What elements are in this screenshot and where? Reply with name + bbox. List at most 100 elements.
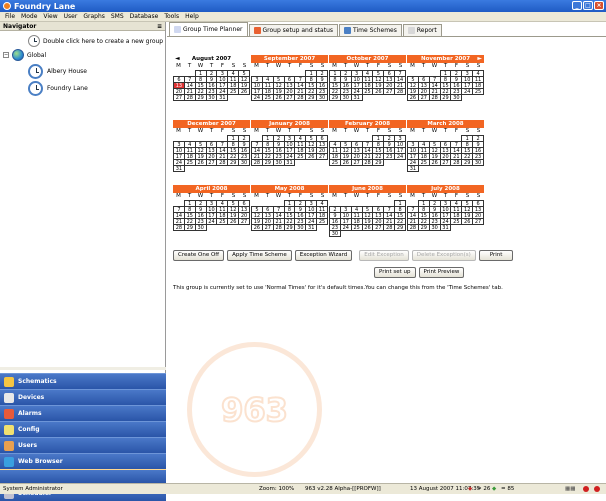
maximize-button[interactable]: □ <box>583 1 593 10</box>
menu-item-file[interactable]: File <box>2 13 18 20</box>
tab-group-time-planner[interactable]: Group Time Planner <box>169 22 248 36</box>
weekday-header: MTWTFSS <box>251 193 328 200</box>
next-month-arrow-icon[interactable]: ► <box>477 55 482 63</box>
month-header: October 2007 <box>329 55 406 63</box>
weekday-label: W <box>197 193 204 199</box>
panel-splitter[interactable] <box>0 367 166 370</box>
print-preview-button[interactable]: Print Preview <box>418 267 465 278</box>
weekday-label: S <box>231 128 236 134</box>
weekday-label: T <box>287 193 292 199</box>
day-grid: 1 2 3 4 5 6 7 8 9 10 11 12 13 14 15 16 17 18 19 20 21 22 23 24 2… <box>329 135 406 166</box>
clock-icon <box>28 64 43 79</box>
month-header: April 2008 <box>173 185 250 193</box>
weekday-label: S <box>309 63 314 69</box>
print-set-up-button[interactable]: Print set up <box>374 267 416 278</box>
calendar-icon <box>174 26 181 33</box>
apply-time-scheme-button[interactable]: Apply Time Scheme <box>227 250 292 261</box>
day-cell[interactable]: 30 <box>238 159 250 166</box>
weekday-label: T <box>209 128 214 134</box>
day-cell[interactable]: 27 <box>238 218 250 225</box>
minimize-button[interactable]: _ <box>572 1 582 10</box>
weekday-label: T <box>187 193 192 199</box>
day-cell[interactable]: 29 <box>372 159 385 166</box>
delete-exceptions-button[interactable]: Delete Exception(s) <box>411 250 476 261</box>
day-cell[interactable]: 28 <box>394 88 406 95</box>
menu-item-mode[interactable]: Mode <box>18 13 40 20</box>
menu-item-view[interactable]: View <box>40 13 60 20</box>
day-cell[interactable]: 30 <box>450 94 463 101</box>
print-button[interactable]: Print <box>478 250 514 261</box>
prev-month-arrow-icon[interactable]: ◄ <box>175 55 180 63</box>
weekday-label: S <box>387 193 392 199</box>
day-cell[interactable]: 30 <box>316 94 328 101</box>
nav-button-devices[interactable]: Devices <box>0 389 166 405</box>
menu-item-help[interactable]: Help <box>182 13 202 20</box>
weekday-label: M <box>176 128 181 134</box>
close-button[interactable]: × <box>594 1 604 10</box>
nav-button-alarms[interactable]: Alarms <box>0 405 166 421</box>
day-grid: 1 2 3 4 5 6 7 8 9 10 11 12 13 14 15 16 17 18 19 20 21 22 23 24 2… <box>173 70 250 101</box>
nav-button-web-browser[interactable]: Web Browser <box>0 453 166 469</box>
day-cell[interactable]: 29 <box>394 224 406 231</box>
navigator-panel: Navigator ≡ Double click here to create … <box>0 22 166 501</box>
create-one-off-button[interactable]: Create One Off <box>173 250 225 261</box>
weekday-label: M <box>254 193 259 199</box>
day-cell[interactable]: 30 <box>194 224 207 231</box>
month-calendar: May 2008 M T W T F S S 1 2 3 4 5 6 7 8 9 10 11 12 13 14 15 16 17… <box>251 185 328 231</box>
create-group-node[interactable]: Double click here to create a new group <box>28 35 163 47</box>
day-cell[interactable]: 31 <box>350 94 363 101</box>
day-cell[interactable]: 31 <box>439 224 452 231</box>
day-cell[interactable]: 31 <box>407 165 419 172</box>
day-cell[interactable]: 25 <box>316 218 328 225</box>
day-cell[interactable]: 30 <box>472 159 484 166</box>
weekday-label: W <box>197 63 204 69</box>
day-cell[interactable]: 31 <box>283 159 296 166</box>
globe-icon <box>12 49 24 61</box>
menu-item-graphs[interactable]: Graphs <box>80 13 108 20</box>
weekday-label: T <box>365 128 370 134</box>
users-icon <box>4 440 14 451</box>
tab-time-schemes[interactable]: Time Schemes <box>339 24 402 36</box>
red-status-icon-1 <box>583 484 589 494</box>
day-grid: 1 2 3 4 5 6 7 8 9 10 11 12 13 14 15 16 17 18 19 20 21 22 23 24 2… <box>407 135 484 172</box>
nav-button-users[interactable]: Users <box>0 437 166 453</box>
nav-button-config[interactable]: Config <box>0 421 166 437</box>
day-cell[interactable]: 27 <box>472 218 484 225</box>
weekday-label: T <box>187 63 192 69</box>
day-cell[interactable]: 26 <box>238 88 250 95</box>
exception-wizard-button[interactable]: Exception Wizard <box>294 250 353 261</box>
tab-label: Report <box>416 27 437 34</box>
day-cell[interactable]: 31 <box>173 165 185 172</box>
menu-item-database[interactable]: Database <box>127 13 162 20</box>
tree-node-global[interactable]: − Global <box>3 49 46 61</box>
month-calendar: February 2008 M T W T F S S 1 2 3 4 5 6 7 8 9 10 11 12 13 14 1… <box>329 120 406 166</box>
menu-item-tools[interactable]: Tools <box>161 13 182 20</box>
menu-item-user[interactable]: User <box>61 13 81 20</box>
day-cell[interactable]: 31 <box>216 94 229 101</box>
day-cell[interactable]: 25 <box>472 88 484 95</box>
weekday-label: M <box>176 63 181 69</box>
menu-item-sms[interactable]: SMS <box>108 13 127 20</box>
edit-exception-button[interactable]: Edit Exception <box>359 250 409 261</box>
weekday-label: T <box>287 128 292 134</box>
month-name: August 2007 <box>191 56 232 62</box>
collapse-icon[interactable]: − <box>3 52 9 58</box>
day-cell[interactable]: 27 <box>316 153 328 160</box>
alarm-count-icon: ◆ <box>468 486 473 492</box>
weekday-label: M <box>332 193 337 199</box>
tab-report[interactable]: Report <box>402 24 442 36</box>
weekday-label: S <box>387 63 392 69</box>
tab-label: Group Time Planner <box>183 26 243 33</box>
pin-icon[interactable]: ≡ <box>157 22 162 31</box>
month-calendar: August 2007 ◄ M T W T F S S 1 2 3 4 5 6 7 8 9 10 11 12 13 14 15… <box>173 55 250 101</box>
month-calendar: July 2008 M T W T F S S 1 2 3 4 5 6 7 8 9 10 11 12 13 14 15 16 1… <box>407 185 484 231</box>
tree-node-group-0[interactable]: Albery House <box>28 64 87 79</box>
tree-node-group-1[interactable]: Foundry Lane <box>28 81 88 96</box>
weekday-label: S <box>398 128 403 134</box>
nav-button-schematics[interactable]: Schematics <box>0 373 166 389</box>
tab-group-setup-and-status[interactable]: Group setup and status <box>248 24 338 36</box>
month-name: June 2008 <box>352 186 383 192</box>
day-cell[interactable]: 31 <box>305 224 318 231</box>
day-cell[interactable]: 30 <box>329 230 341 237</box>
day-cell[interactable]: 24 <box>394 153 406 160</box>
